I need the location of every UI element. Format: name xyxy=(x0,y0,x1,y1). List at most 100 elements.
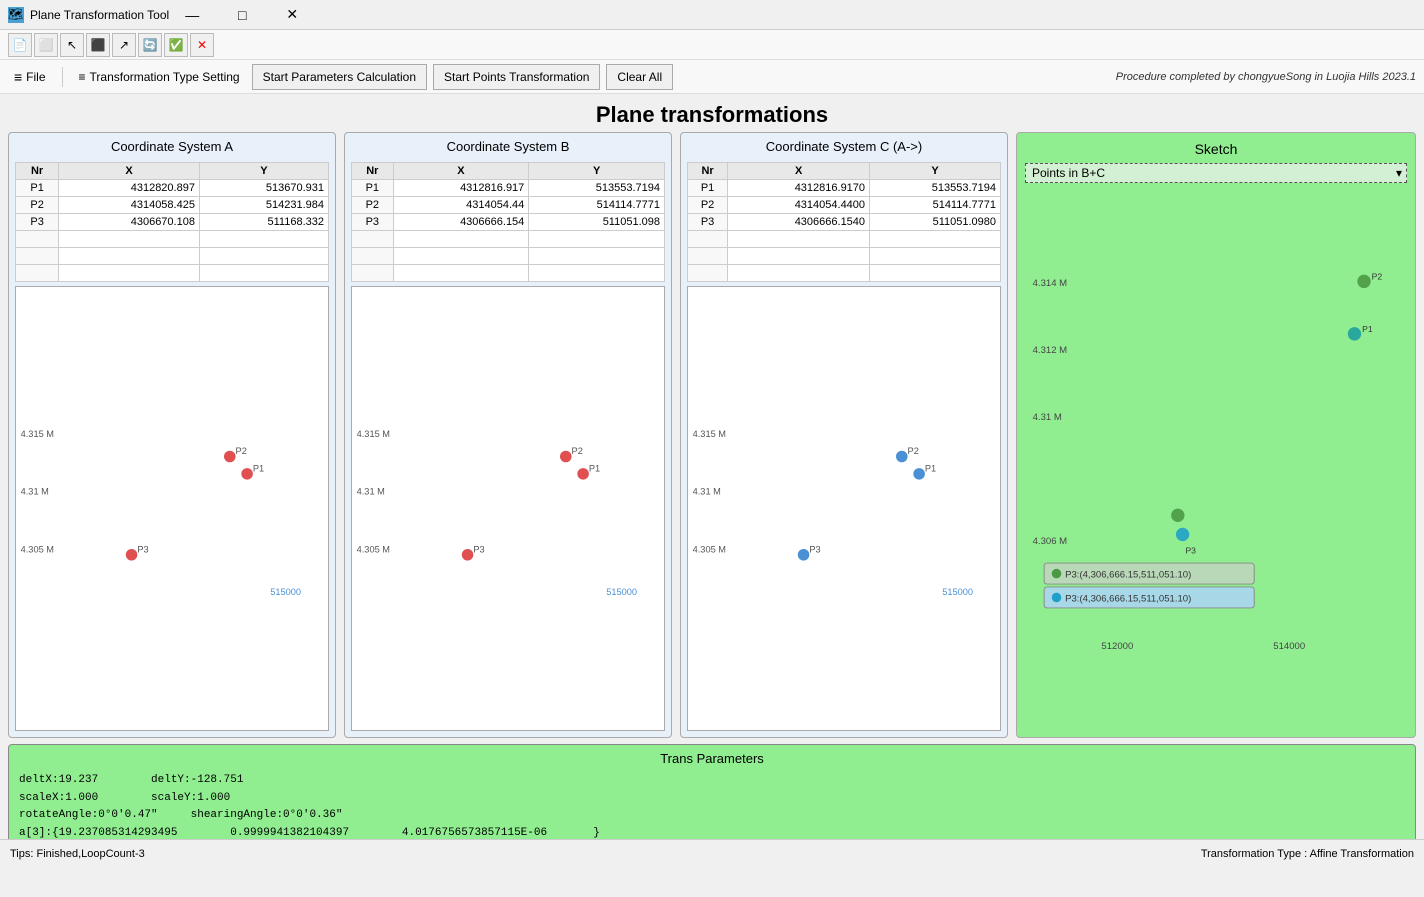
icon-btn-2[interactable]: ⬜ xyxy=(34,33,58,57)
svg-text:P2: P2 xyxy=(236,446,247,456)
table-cell-empty xyxy=(728,231,870,248)
coord-a-col-nr: Nr xyxy=(16,163,59,180)
trans-params-title: Trans Parameters xyxy=(19,751,1405,766)
table-row: P34306666.1540511051.0980 xyxy=(688,214,1001,231)
table-cell-empty xyxy=(529,265,665,282)
sketch-title: Sketch xyxy=(1025,141,1407,157)
sketch-panel: Sketch Points in B+C 4.314 M 4.312 M 4.3… xyxy=(1016,132,1416,738)
table-row-empty xyxy=(16,248,329,265)
svg-text:P3: P3 xyxy=(1185,546,1196,556)
coord-panel-c: Coordinate System C (A->) Nr X Y P143128… xyxy=(680,132,1008,738)
table-cell: P3 xyxy=(688,214,728,231)
transformation-type-menu[interactable]: ≡ Transformation Type Setting xyxy=(73,67,246,87)
coord-c-col-x: X xyxy=(728,163,870,180)
svg-text:4.305 M: 4.305 M xyxy=(357,544,390,554)
table-cell-empty xyxy=(16,265,59,282)
icon-btn-7[interactable]: ✅ xyxy=(164,33,188,57)
table-cell-empty xyxy=(393,231,529,248)
file-menu[interactable]: ≡ File xyxy=(8,66,52,88)
table-cell-empty xyxy=(529,248,665,265)
table-cell-empty xyxy=(59,248,200,265)
trans-line-2: scaleX:1.000 scaleY:1.000 xyxy=(19,790,1405,808)
table-cell: 513553.7194 xyxy=(870,180,1001,197)
table-cell-empty xyxy=(16,231,59,248)
file-menu-label: File xyxy=(26,70,45,84)
window-controls: — □ ✕ xyxy=(169,0,315,30)
table-cell: P2 xyxy=(16,197,59,214)
table-cell: P3 xyxy=(352,214,394,231)
table-cell: 513553.7194 xyxy=(529,180,665,197)
coord-c-table: Nr X Y P14312816.9170513553.7194P2431405… xyxy=(687,162,1001,282)
svg-text:P1: P1 xyxy=(925,464,936,474)
svg-text:515000: 515000 xyxy=(270,587,301,597)
table-cell-empty xyxy=(728,248,870,265)
coord-c-col-nr: Nr xyxy=(688,163,728,180)
svg-text:P2: P2 xyxy=(908,446,919,456)
svg-text:512000: 512000 xyxy=(1101,641,1133,652)
icon-btn-6[interactable]: 🔄 xyxy=(138,33,162,57)
table-cell: 4306666.1540 xyxy=(728,214,870,231)
table-row-empty xyxy=(16,265,329,282)
icon-btn-4[interactable]: ⬛ xyxy=(86,33,110,57)
table-row: P34306670.108511168.332 xyxy=(16,214,329,231)
table-row: P14312820.897513670.931 xyxy=(16,180,329,197)
table-cell: 514231.984 xyxy=(199,197,328,214)
start-calc-button[interactable]: Start Parameters Calculation xyxy=(252,64,427,90)
table-cell: P2 xyxy=(352,197,394,214)
table-row-empty xyxy=(688,248,1001,265)
svg-text:P3: P3 xyxy=(137,544,148,554)
svg-text:P1: P1 xyxy=(589,464,600,474)
icon-btn-8[interactable]: ✕ xyxy=(190,33,214,57)
table-cell-empty xyxy=(352,231,394,248)
close-button[interactable]: ✕ xyxy=(269,0,315,30)
svg-text:P1: P1 xyxy=(1362,324,1373,334)
table-cell: 4314054.44 xyxy=(393,197,529,214)
minimize-button[interactable]: — xyxy=(169,0,215,30)
chart-a: 4.315 M 4.31 M 4.305 M P2 P1 P3 515000 xyxy=(15,286,329,731)
table-cell-empty xyxy=(199,231,328,248)
table-row: P24314054.4400514114.7771 xyxy=(688,197,1001,214)
svg-text:4.31 M: 4.31 M xyxy=(1033,412,1062,423)
svg-text:4.31 M: 4.31 M xyxy=(357,487,385,497)
bottom-row: Trans Parameters deltX:19.237 deltY:-128… xyxy=(0,738,1424,897)
coord-a-table: Nr X Y P14312820.897513670.931P24314058.… xyxy=(15,162,329,282)
icon-btn-5[interactable]: ↗ xyxy=(112,33,136,57)
coord-b-col-y: Y xyxy=(529,163,665,180)
svg-text:P3: P3 xyxy=(809,544,820,554)
coord-b-col-nr: Nr xyxy=(352,163,394,180)
maximize-button[interactable]: □ xyxy=(219,0,265,30)
trans-line-1: deltX:19.237 deltY:-128.751 xyxy=(19,772,1405,790)
table-cell-empty xyxy=(870,265,1001,282)
table-cell: 4306670.108 xyxy=(59,214,200,231)
start-transform-button[interactable]: Start Points Transformation xyxy=(433,64,600,90)
svg-text:P1: P1 xyxy=(253,464,264,474)
svg-text:4.312 M: 4.312 M xyxy=(1033,345,1068,356)
icon-btn-3[interactable]: ↖ xyxy=(60,33,84,57)
svg-text:4.31 M: 4.31 M xyxy=(21,487,49,497)
table-cell-empty xyxy=(529,231,665,248)
trans-line-3: rotateAngle:0°0'0.47" shearingAngle:0°0'… xyxy=(19,807,1405,825)
table-cell: 514114.7771 xyxy=(529,197,665,214)
coord-panel-b: Coordinate System B Nr X Y P14312816.917… xyxy=(344,132,672,738)
table-row-empty xyxy=(352,248,665,265)
transformation-type-label: Transformation Type Setting xyxy=(90,70,240,84)
coord-panel-a: Coordinate System A Nr X Y P14312820.897… xyxy=(8,132,336,738)
table-cell: 4314058.425 xyxy=(59,197,200,214)
coord-b-table: Nr X Y P14312816.917513553.7194P24314054… xyxy=(351,162,665,282)
table-cell: P1 xyxy=(16,180,59,197)
table-cell: P1 xyxy=(688,180,728,197)
sketch-dropdown[interactable]: Points in B+C xyxy=(1025,163,1407,183)
coord-a-col-y: Y xyxy=(199,163,328,180)
page-title: Plane transformations xyxy=(0,94,1424,132)
icon-btn-1[interactable]: 📄 xyxy=(8,33,32,57)
table-cell: P1 xyxy=(352,180,394,197)
table-row-empty xyxy=(688,231,1001,248)
table-cell-empty xyxy=(199,265,328,282)
table-cell-empty xyxy=(393,265,529,282)
table-row-empty xyxy=(352,231,665,248)
table-cell-empty xyxy=(688,231,728,248)
clear-all-button[interactable]: Clear All xyxy=(606,64,673,90)
table-row-empty xyxy=(16,231,329,248)
title-bar: 🗺 Plane Transformation Tool — □ ✕ xyxy=(0,0,1424,30)
status-bar: Tips: Finished,LoopCount-3 Transformatio… xyxy=(0,839,1424,867)
